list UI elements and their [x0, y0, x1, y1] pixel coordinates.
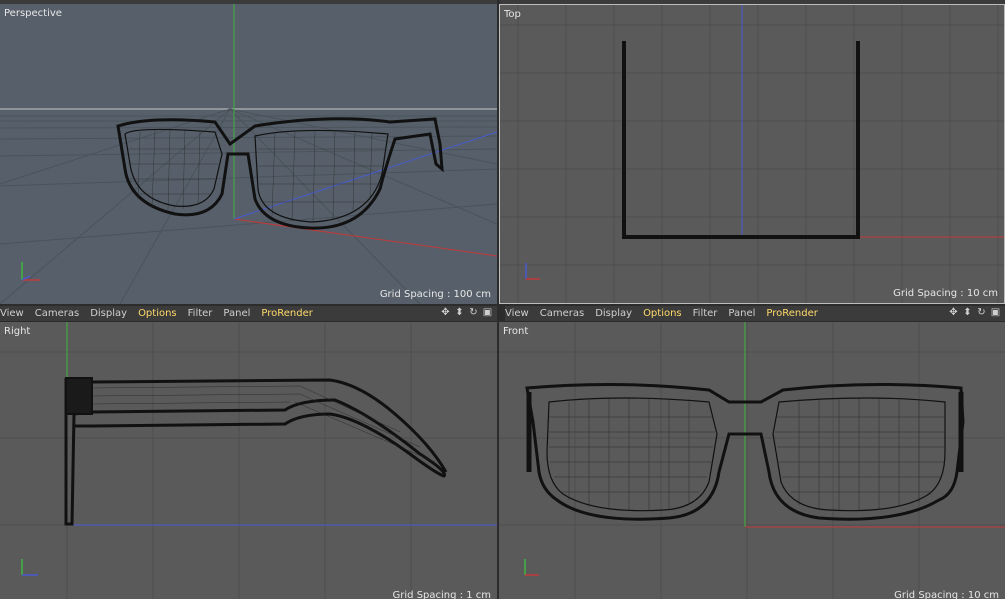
menu-display[interactable]: Display [595, 308, 632, 319]
menu-prorender[interactable]: ProRender [261, 308, 312, 319]
move-view-icon[interactable]: ✥ [440, 307, 451, 319]
move-view-icon[interactable]: ✥ [948, 307, 959, 319]
viewport-top[interactable]: Top Grid Spacing : 10 cm [499, 4, 1005, 304]
menu-view[interactable]: View [0, 308, 24, 319]
grid-spacing-label: Grid Spacing : 1 cm [392, 590, 491, 599]
glasses-model-side [64, 377, 448, 526]
rotate-view-icon[interactable]: ↻ [468, 307, 479, 319]
viewport-title: Right [4, 326, 31, 337]
glasses-model-perspective [116, 117, 444, 230]
viewport-menu-bar-front: View Cameras Display Options Filter Pane… [505, 306, 1005, 322]
menu-options[interactable]: Options [643, 308, 682, 319]
axis-gizmo-icon [21, 262, 40, 281]
menu-cameras[interactable]: Cameras [35, 308, 79, 319]
menu-view[interactable]: View [505, 308, 529, 319]
scroll-view-icon[interactable]: ⬍ [454, 307, 465, 319]
menu-panel[interactable]: Panel [728, 308, 755, 319]
scroll-view-icon[interactable]: ⬍ [962, 307, 973, 319]
viewport-title: Perspective [4, 8, 62, 19]
grid-spacing-label: Grid Spacing : 10 cm [893, 288, 998, 299]
rotate-view-icon[interactable]: ↻ [976, 307, 987, 319]
front-scene [499, 322, 1005, 599]
viewport-menu-bar-right: View Cameras Display Options Filter Pane… [0, 306, 497, 322]
perspective-scene [0, 4, 497, 304]
axis-gizmo-icon [524, 559, 539, 576]
menu-display[interactable]: Display [90, 308, 127, 319]
menu-cameras[interactable]: Cameras [540, 308, 584, 319]
right-scene [0, 322, 497, 599]
viewport-perspective[interactable]: Perspective Grid Spacing : 100 cm [0, 4, 497, 304]
axis-gizmo-icon [525, 263, 540, 280]
viewport-front[interactable]: Front Grid Spacing : 10 cm [499, 322, 1005, 599]
grid-spacing-label: Grid Spacing : 10 cm [894, 590, 999, 599]
menu-options[interactable]: Options [138, 308, 177, 319]
grid-spacing-label: Grid Spacing : 100 cm [379, 289, 491, 300]
maximize-view-icon[interactable]: ▣ [482, 307, 493, 319]
menu-prorender[interactable]: ProRender [766, 308, 817, 319]
top-scene [500, 5, 1004, 303]
menu-panel[interactable]: Panel [223, 308, 250, 319]
viewport-right[interactable]: Right Grid Spacing : 1 cm [0, 322, 497, 599]
axis-gizmo-icon [21, 559, 38, 576]
viewport-title: Front [503, 326, 529, 337]
menu-filter[interactable]: Filter [693, 308, 718, 319]
maximize-view-icon[interactable]: ▣ [990, 307, 1001, 319]
menu-filter[interactable]: Filter [188, 308, 213, 319]
viewport-title: Top [504, 9, 521, 20]
